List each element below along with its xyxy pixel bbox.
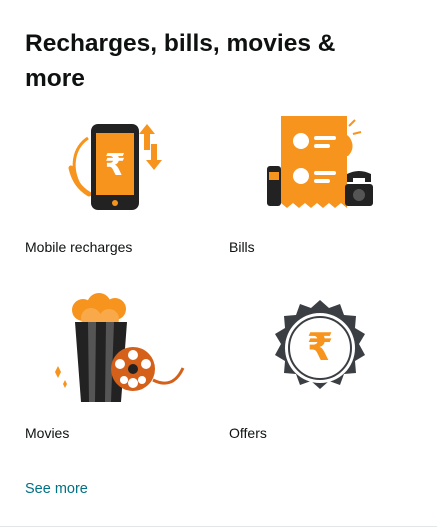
tile-offers[interactable]: ₹ Offers: [229, 292, 409, 452]
tile-mobile-recharges[interactable]: ₹ Mobile recharges: [25, 108, 205, 268]
tile-label: Offers: [229, 425, 267, 441]
bill-receipt-icon: [267, 116, 373, 208]
popcorn-film-reel-icon: [55, 293, 185, 402]
tile-movies[interactable]: Movies: [25, 292, 205, 452]
card-title: Recharges, bills, movies & more: [25, 30, 336, 92]
tile-label: Mobile recharges: [25, 239, 133, 255]
tile-label: Movies: [25, 425, 70, 441]
svg-text:₹: ₹: [307, 325, 333, 369]
svg-text:₹: ₹: [105, 148, 126, 183]
rupee-badge-icon: ₹: [275, 300, 365, 389]
tile-label: Bills: [229, 239, 255, 255]
tile-bills[interactable]: Bills: [229, 108, 409, 268]
recharges-card: Recharges, bills, movies & more ₹ Mobile…: [0, 0, 437, 527]
see-more-link[interactable]: See more: [25, 479, 88, 499]
mobile-rupee-icon: ₹: [68, 124, 162, 210]
